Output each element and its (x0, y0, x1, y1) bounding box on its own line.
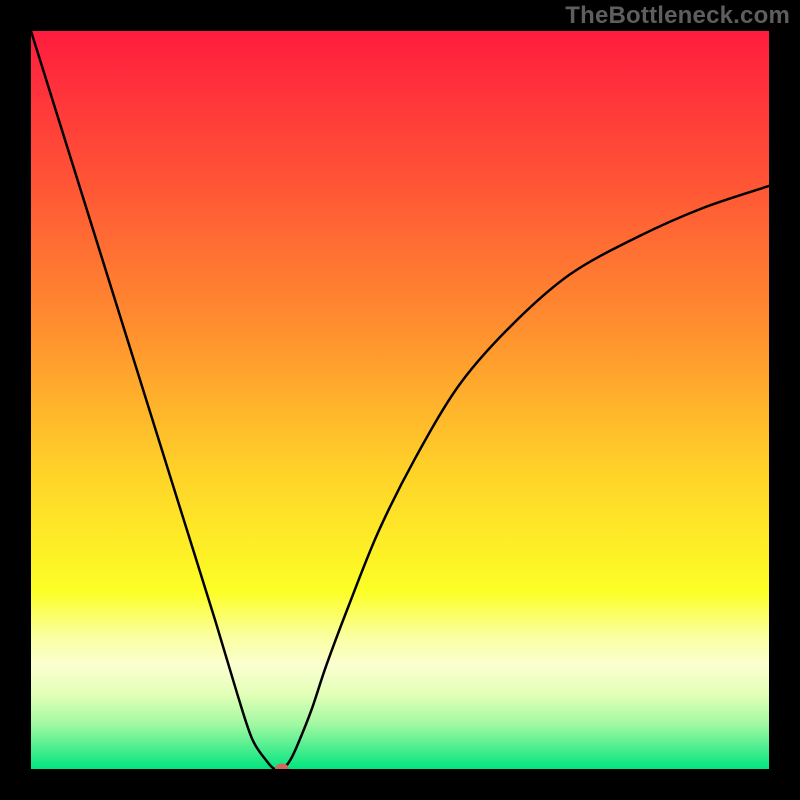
chart-svg (31, 31, 769, 769)
chart-frame: TheBottleneck.com (0, 0, 800, 800)
plot-area (31, 31, 769, 769)
minimum-marker (275, 764, 289, 770)
attribution-text: TheBottleneck.com (565, 2, 790, 30)
gradient-background (31, 31, 769, 769)
